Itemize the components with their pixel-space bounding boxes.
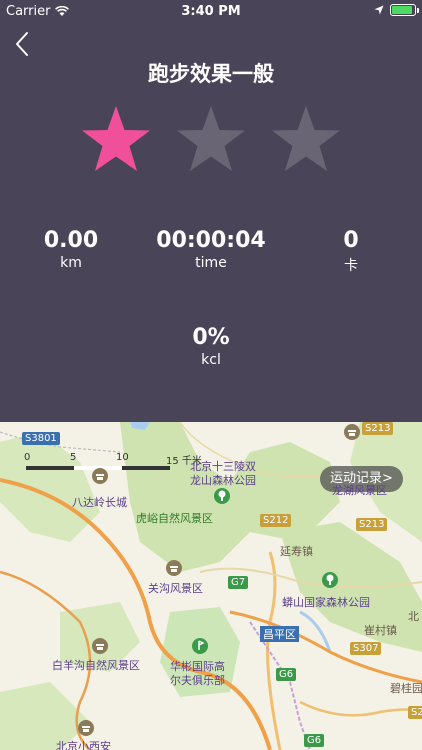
percent-stat: 0% kcl (141, 325, 281, 368)
star-icon (177, 106, 245, 171)
location-arrow-icon (374, 5, 384, 15)
road-badge: S213 (356, 518, 388, 531)
status-bar: Carrier 3:40 PM (0, 0, 422, 22)
road-badge: S216 (408, 706, 422, 719)
road-badge: S3801 (22, 432, 60, 445)
map-place-label: 蟒山国家森林公园 (282, 596, 370, 609)
map-place-label: 延寿镇 (280, 545, 313, 558)
calories-unit: 卡 (344, 258, 358, 274)
map-place-label: 关沟风景区 (148, 582, 203, 595)
percent-value: 0% (192, 325, 230, 350)
map-view[interactable]: 0 5 10 15 千米 运动记录> S3801 S213 S213 S212 … (0, 422, 422, 750)
status-right (374, 4, 419, 16)
rating-stars (0, 104, 422, 180)
map-place-label: 碧桂园 (390, 682, 422, 695)
back-button[interactable] (12, 30, 36, 58)
scale-label-10: 10 (116, 452, 129, 463)
golf-icon (192, 638, 208, 654)
map-place-label: 北京小西安 (56, 740, 111, 750)
map-place-label: 龙山森林公园 (190, 474, 256, 487)
star-icon (272, 106, 340, 171)
battery-fill (392, 6, 412, 14)
map-place-label: 尔夫俱乐部 (170, 674, 225, 687)
chevron-left-icon (16, 32, 28, 56)
battery-icon (390, 4, 419, 16)
time-value: 00:00:04 (156, 228, 266, 253)
distance-stat: 0.00 km (1, 228, 141, 271)
scenic-spot-icon (78, 720, 94, 736)
road-badge: S307 (350, 642, 382, 655)
map-district-label: 昌平区 (260, 626, 299, 642)
road-badge: G6 (304, 734, 325, 747)
scale-label-5: 5 (70, 452, 77, 463)
road-badge: S212 (260, 514, 292, 527)
star-icon (82, 106, 150, 171)
map-place-label: 八达岭长城 (72, 496, 127, 509)
map-place-label: 崔村镇 (364, 624, 397, 637)
map-scale: 0 5 10 15 千米 (24, 452, 202, 470)
road-badge: G6 (276, 668, 297, 681)
map-place-label: 白羊沟自然风景区 (52, 659, 140, 672)
distance-value: 0.00 (43, 228, 99, 253)
road-badge: S213 (362, 422, 394, 435)
map-place-label: 龙湖风景区 (332, 484, 387, 497)
distance-unit: km (60, 255, 82, 271)
map-place-label: 虎峪自然风景区 (136, 512, 213, 525)
scenic-spot-icon (92, 638, 108, 654)
page-title: 跑步效果一般 (148, 62, 274, 86)
scenic-spot-icon (166, 560, 182, 576)
calories-stat: 0 卡 (281, 228, 421, 275)
time-stat: 00:00:04 time (141, 228, 281, 271)
calories-value: 0 (343, 228, 359, 253)
park-icon (322, 572, 338, 588)
map-place-label: 北 (408, 610, 419, 623)
scale-label-0: 0 (24, 452, 31, 463)
percent-unit: kcl (201, 352, 221, 368)
park-icon (214, 488, 230, 504)
road-badge: G7 (228, 576, 249, 589)
scenic-spot-icon (344, 424, 360, 440)
time-unit: time (195, 255, 227, 271)
status-time: 3:40 PM (181, 4, 241, 19)
scenic-spot-icon (92, 468, 108, 484)
